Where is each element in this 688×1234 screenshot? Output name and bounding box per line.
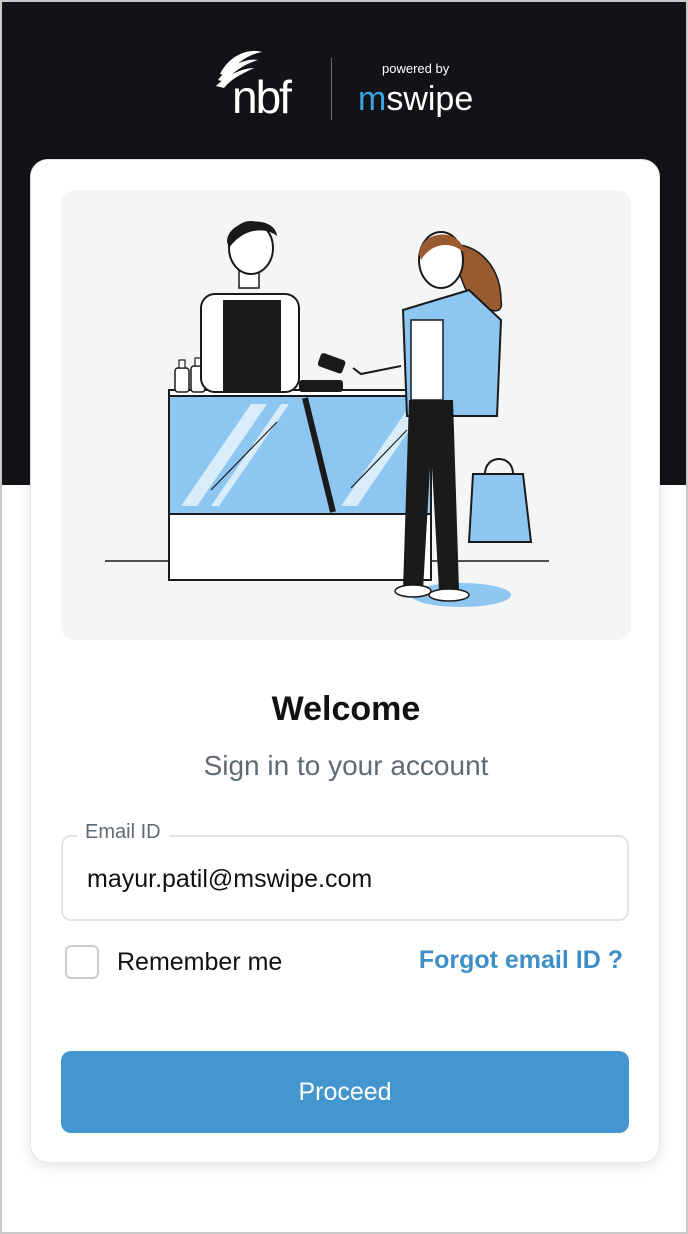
mswipe-m: m	[358, 80, 387, 118]
mswipe-swipe: swipe	[386, 80, 474, 118]
header: nbf powered by mswipe	[2, 42, 686, 132]
powered-by-label: powered by	[382, 61, 450, 76]
email-input[interactable]	[87, 861, 607, 897]
remember-me-label: Remember me	[117, 947, 283, 976]
email-field[interactable]: Email ID	[61, 821, 629, 921]
remember-me-checkbox[interactable]	[65, 945, 99, 979]
proceed-button[interactable]: Proceed	[61, 1051, 629, 1133]
merchant-payment-illustration	[61, 190, 631, 640]
welcome-subtitle: Sign in to your account	[203, 750, 489, 781]
email-field-label: Email ID	[77, 821, 169, 844]
welcome-title: Welcome	[271, 690, 421, 728]
app-frame: nbf powered by mswipe Welcome Sign in to…	[0, 0, 688, 1234]
forgot-email-link[interactable]: Forgot email ID ?	[419, 946, 623, 975]
login-card: Welcome Sign in to your account Email ID…	[30, 159, 660, 1163]
nbf-brand-text: nbf	[232, 71, 292, 123]
remember-me-row[interactable]: Remember me	[65, 944, 365, 980]
illustration-svg	[105, 221, 549, 607]
mswipe-brand: mswipe	[358, 80, 473, 119]
header-divider	[331, 58, 332, 120]
